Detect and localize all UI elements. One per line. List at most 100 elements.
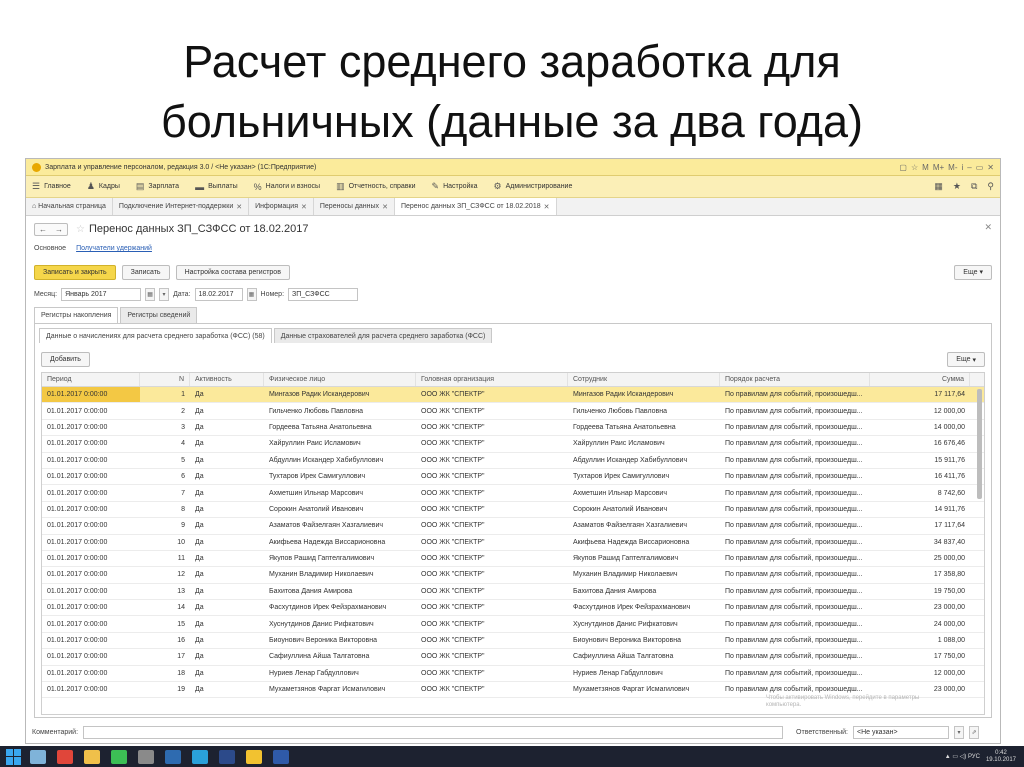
- forward-arrow-icon[interactable]: →: [55, 225, 63, 234]
- comment-field[interactable]: [83, 725, 784, 739]
- date-field[interactable]: 18.02.2017: [194, 287, 243, 301]
- close-document-icon[interactable]: ✕: [984, 222, 992, 233]
- menu-label: Администрирование: [505, 183, 573, 190]
- chevron-down-icon[interactable]: ▾: [953, 725, 964, 739]
- table-row[interactable]: 01.01.2017 0:00:00 18 Да Нуриев Ленар Габду…: [42, 666, 984, 683]
- menu-salary[interactable]: ▤ Зарплата: [136, 181, 179, 192]
- back-arrow-icon[interactable]: ←: [39, 225, 47, 234]
- table-row[interactable]: 01.01.2017 0:00:00 3 Да Гордеева Татьяна Ан…: [42, 420, 984, 437]
- column-header[interactable]: Сотрудник: [568, 373, 720, 386]
- menu-settings[interactable]: ✎ Настройка: [432, 181, 478, 192]
- more-button[interactable]: Еще ▾: [954, 264, 992, 280]
- column-header[interactable]: Активность: [190, 373, 264, 386]
- table-row[interactable]: 01.01.2017 0:00:00 7 Да Ахметшин Ильнар Мар…: [42, 485, 984, 502]
- history-icon[interactable]: ⧉: [971, 181, 977, 192]
- table-row[interactable]: 01.01.2017 0:00:00 6 Да Тухтаров Ирек Самиг…: [42, 469, 984, 486]
- table-row[interactable]: 01.01.2017 0:00:00 10 Да Акифьева Надежда В…: [42, 535, 984, 551]
- favorites-icon[interactable]: ★: [953, 181, 961, 192]
- table-row[interactable]: 01.01.2017 0:00:00 15 Да Хуснутдинов Данис …: [42, 616, 984, 633]
- column-header[interactable]: Период: [42, 373, 140, 386]
- tab-accumulation-registers[interactable]: Регистры накопления: [34, 307, 119, 323]
- favorite-icon[interactable]: ☆: [911, 163, 918, 172]
- minimize-button[interactable]: –: [967, 163, 971, 172]
- responsible-field[interactable]: <Не указан>: [852, 725, 949, 739]
- add-button[interactable]: Добавить: [41, 352, 90, 367]
- gear-icon: ⚙: [493, 181, 502, 191]
- table-row[interactable]: 01.01.2017 0:00:00 2 Да Гильченко Любовь Па…: [42, 403, 984, 420]
- screenshot-icon[interactable]: ▢: [899, 163, 907, 172]
- close-icon[interactable]: ✕: [236, 203, 242, 211]
- tab-insurers-data[interactable]: Данные страхователей для расчета среднег…: [273, 328, 493, 343]
- whatsapp-icon[interactable]: [111, 749, 127, 764]
- cell-active: Да: [195, 440, 204, 448]
- menu-payments[interactable]: ▬ Выплаты: [195, 182, 238, 192]
- star-icon[interactable]: ☆: [76, 224, 85, 235]
- info-icon[interactable]: i: [962, 163, 964, 172]
- link-recipients[interactable]: Получатели удержаний: [76, 245, 152, 252]
- calendar-icon[interactable]: ▦: [246, 287, 257, 301]
- column-header[interactable]: N: [140, 373, 190, 386]
- link-main[interactable]: Основное: [34, 245, 66, 252]
- save-button[interactable]: Записать: [121, 264, 170, 280]
- memory-minus-button[interactable]: М-: [948, 163, 957, 172]
- photoshop-icon[interactable]: [219, 749, 235, 764]
- month-field[interactable]: Январь 2017: [61, 287, 142, 301]
- search-icon[interactable]: ⚲: [987, 181, 994, 192]
- close-window-button[interactable]: ✕: [987, 163, 994, 172]
- tab-internet-support[interactable]: Подключение Интернет-поддержки ✕: [113, 198, 250, 215]
- windows-start-icon[interactable]: [6, 748, 22, 765]
- chrome-icon[interactable]: [57, 749, 73, 764]
- table-more-button[interactable]: Еще ▾: [947, 352, 985, 367]
- save-and-close-button[interactable]: Записать и закрыть: [34, 264, 116, 280]
- menu-reports[interactable]: ▥ Отчетность, справки: [336, 181, 415, 192]
- menu-hr[interactable]: ♟ Кадры: [87, 181, 120, 192]
- table-row[interactable]: 01.01.2017 0:00:00 4 Да Хайруллин Раис Исла…: [42, 436, 984, 453]
- column-header[interactable]: Сумма: [870, 373, 970, 386]
- table-row[interactable]: 01.01.2017 0:00:00 1 Да Мингазов Радик Иска…: [42, 387, 984, 404]
- word-icon[interactable]: [273, 749, 289, 764]
- memory-plus-button[interactable]: М+: [933, 163, 944, 172]
- app-icon[interactable]: [138, 749, 154, 764]
- telegram-icon[interactable]: [192, 749, 208, 764]
- tab-accruals-data[interactable]: Данные о начислениях для расчета среднег…: [39, 328, 272, 343]
- apps-grid-icon[interactable]: ▦: [934, 181, 943, 192]
- tab-home[interactable]: ⌂ Начальная страница: [26, 198, 113, 215]
- file-explorer-icon[interactable]: [30, 749, 46, 764]
- number-field[interactable]: ЗП_СЗФСС: [288, 287, 359, 301]
- column-header[interactable]: Головная организация: [416, 373, 568, 386]
- table-row[interactable]: 01.01.2017 0:00:00 9 Да Азаматов Файзелгаян…: [42, 518, 984, 535]
- menu-main[interactable]: ☰ Главное: [32, 181, 71, 192]
- table-row[interactable]: 01.01.2017 0:00:00 17 Да Сафиуллина Айша Та…: [42, 649, 984, 666]
- open-link-icon[interactable]: ⇗: [968, 725, 979, 739]
- close-icon[interactable]: ✕: [301, 203, 307, 211]
- table-scrollbar[interactable]: [977, 389, 982, 499]
- explorer-icon[interactable]: [84, 749, 100, 764]
- column-header[interactable]: Физическое лицо: [264, 373, 416, 386]
- table-row[interactable]: 01.01.2017 0:00:00 11 Да Якупов Рашид Гапте…: [42, 551, 984, 568]
- folder-icon[interactable]: [165, 749, 181, 764]
- tab-transfer-document[interactable]: Перенос данных ЗП_СЗФСС от 18.02.2018 ✕: [394, 198, 557, 215]
- menu-admin[interactable]: ⚙ Администрирование: [494, 181, 573, 192]
- register-settings-button[interactable]: Настройка состава регистров: [175, 264, 290, 280]
- table-row[interactable]: 01.01.2017 0:00:00 8 Да Сорокин Анатолий Ив…: [42, 502, 984, 519]
- table-row[interactable]: 01.01.2017 0:00:00 16 Да Биоунович Вероника…: [42, 633, 984, 650]
- memory-button[interactable]: М: [922, 163, 929, 172]
- menu-taxes[interactable]: % Налоги и взносы: [254, 182, 320, 192]
- close-icon[interactable]: ✕: [382, 203, 388, 211]
- table-row[interactable]: 01.01.2017 0:00:00 14 Да Фасхутдинов Ирек Ф…: [42, 600, 984, 617]
- maximize-button[interactable]: ▭: [976, 163, 984, 172]
- close-icon[interactable]: ✕: [544, 203, 550, 211]
- clock[interactable]: 0:42 19.10.2017: [986, 750, 1016, 764]
- cell-amount: 1 088,00: [937, 637, 965, 645]
- table-row[interactable]: 01.01.2017 0:00:00 13 Да Бахитова Дания Ами…: [42, 584, 984, 601]
- tab-data-transfers[interactable]: Переносы данных ✕: [314, 198, 395, 215]
- tray-icons[interactable]: ▲ ▭ ◁) РУС: [945, 753, 980, 760]
- tab-info[interactable]: Информация ✕: [249, 198, 314, 215]
- chevron-down-icon[interactable]: ▾: [159, 287, 170, 301]
- column-header[interactable]: Порядок расчета: [720, 373, 870, 386]
- 1c-icon[interactable]: [246, 749, 262, 764]
- table-row[interactable]: 01.01.2017 0:00:00 5 Да Абдуллин Искандер Х…: [42, 453, 984, 469]
- tab-information-registers[interactable]: Регистры сведений: [120, 307, 198, 323]
- calendar-icon[interactable]: ▦: [145, 287, 156, 301]
- table-row[interactable]: 01.01.2017 0:00:00 12 Да Муханин Владимир Н…: [42, 567, 984, 584]
